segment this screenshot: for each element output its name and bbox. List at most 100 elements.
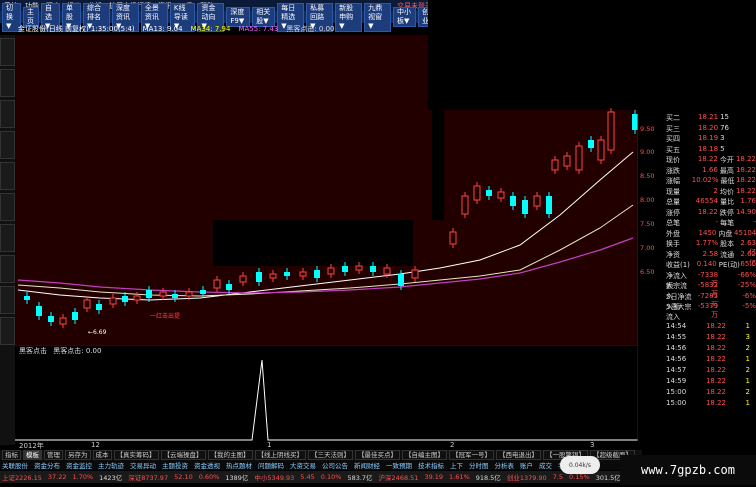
quote-label2 <box>720 302 736 312</box>
indicator-tab[interactable]: 指标 <box>2 450 21 460</box>
tick-volume: 2 <box>745 388 750 396</box>
quote-value2: -5% <box>742 302 756 310</box>
quote-value2: 2.62亿 <box>740 249 756 267</box>
indicator-tab[interactable]: 【线上阴线买】 <box>254 450 306 460</box>
tick-row: 14:59 18.22 1 <box>666 377 756 387</box>
function-link[interactable]: 资金监控 <box>66 460 92 470</box>
hs-amount: 918.5亿 <box>475 474 501 482</box>
y-tick: 9.50 <box>640 125 655 133</box>
quote-value: -7338万 <box>697 270 719 288</box>
tick-time: 15:00 <box>666 388 687 396</box>
function-link[interactable]: 交易异动 <box>130 460 156 470</box>
tick-price: 18.22 <box>705 388 726 396</box>
quote-value2 <box>736 134 756 144</box>
quote-row: 涨幅 10.02% 最低 18.22 <box>666 176 756 186</box>
indicator-tab[interactable]: 成本 <box>92 450 112 460</box>
y-tick: 9.00 <box>640 148 655 156</box>
tick-volume: 1 <box>745 322 750 330</box>
quote-label: 涨跌 <box>666 166 680 175</box>
candle-body <box>597 139 605 161</box>
y-tick: 8.00 <box>640 196 655 204</box>
low-price-label: ←6.69 <box>88 329 107 336</box>
tick-price: 18.22 <box>705 344 726 352</box>
indicator-tab[interactable]: 【三天法则】 <box>308 450 353 460</box>
quote-value2: -6% <box>742 291 756 300</box>
function-link[interactable]: 上下 <box>450 460 463 470</box>
indicator-tab[interactable]: 【云端操盘】 <box>160 450 206 460</box>
candle-body <box>299 271 307 277</box>
candle-body <box>497 191 505 199</box>
chinext-change: 7.5 <box>552 473 564 481</box>
function-link[interactable]: 资金分布 <box>34 460 60 470</box>
quote-value: 18.19 <box>698 134 719 142</box>
indicator-tab[interactable]: 管理 <box>44 450 63 460</box>
function-link[interactable]: 一致预期 <box>386 460 412 470</box>
function-link[interactable]: 账户 <box>520 460 533 470</box>
function-link[interactable]: 技术指标 <box>418 460 444 470</box>
tick-volume: 3 <box>745 333 750 341</box>
quote-label2 <box>720 281 736 291</box>
y-tick: 7.50 <box>640 220 655 228</box>
sme-amount: 583.7亿 <box>347 474 373 482</box>
candle-body <box>383 267 391 275</box>
quote-label2: 最低 <box>720 177 735 185</box>
shanghai-percent: 1.70% <box>72 473 94 481</box>
shanghai-change: 37.22 <box>47 473 67 481</box>
chinext-percent: 0.15% <box>569 473 590 481</box>
function-link[interactable]: 主题投资 <box>162 460 188 470</box>
candle-body <box>48 316 54 322</box>
candle-body <box>370 266 376 272</box>
tick-volume: 1 <box>745 377 750 385</box>
function-link[interactable]: 公司公告 <box>322 460 348 470</box>
candle-body <box>146 290 152 298</box>
candle-body <box>522 200 528 214</box>
function-link[interactable]: 资金透视 <box>194 460 220 470</box>
quote-value2: 65.0 <box>740 260 756 268</box>
tick-price: 18.22 <box>705 355 726 363</box>
candle-body <box>200 290 206 294</box>
indicator-tab[interactable]: 【自编主图】 <box>402 450 447 460</box>
quote-value: 18.21 <box>698 113 719 121</box>
quote-row: 涨停 18.22 跌停 14.90 <box>666 208 756 218</box>
function-link[interactable]: 分时图 <box>469 460 489 470</box>
function-link[interactable]: 关联股份 <box>2 460 28 470</box>
quote-row: 外盘 1450 内盘 45104 <box>666 229 756 239</box>
quote-row: 买五 18.18 5 <box>666 145 756 155</box>
function-link[interactable]: 大资交易 <box>290 460 316 470</box>
indicator-tab[interactable]: 【真实筹码】 <box>113 450 159 460</box>
quote-row: 买四 18.19 3 <box>666 134 756 144</box>
quote-value2 <box>736 124 756 134</box>
indicator-tab[interactable]: 【最佳买点】 <box>355 450 400 460</box>
tick-time: 14:54 <box>666 322 687 330</box>
website-watermark: www.7gpzb.com <box>620 455 756 485</box>
indicator-tab[interactable]: 【西电退出】 <box>496 450 541 460</box>
quote-value2: 14.90 <box>735 207 756 216</box>
function-link[interactable]: 新闻财经 <box>354 460 380 470</box>
quote-row: 买二 18.21 15 <box>666 113 756 123</box>
quote-label2: 最高 <box>719 166 734 175</box>
y-tick: 7.00 <box>640 244 655 252</box>
ma13-line <box>17 151 634 301</box>
tick-price: 18.22 <box>705 366 726 374</box>
quote-label2: 内盘 <box>718 229 733 238</box>
quote-row: 大宗流入 -5832万 -25% <box>666 281 756 300</box>
quote-value: 1.66 <box>702 165 718 174</box>
quote-label2 <box>720 271 736 281</box>
indicator-tab[interactable]: 模板 <box>23 450 42 460</box>
candlesticks <box>24 108 638 328</box>
tick-volume: 1 <box>745 355 750 363</box>
indicator-tab[interactable]: 另存为 <box>65 450 91 460</box>
candle-body <box>256 272 262 282</box>
tick-volume: 2 <box>745 344 750 352</box>
indicator-tab[interactable]: 【冠军一号】 <box>449 450 494 460</box>
quote-label2: PE(动) <box>718 261 740 269</box>
indicator-tab[interactable]: 【我的主图】 <box>207 450 253 460</box>
quote-label: 5日净流入额 <box>666 292 692 311</box>
y-tick: 6.50 <box>640 268 655 276</box>
function-link[interactable]: 分析表 <box>495 460 515 470</box>
function-link[interactable]: 成交 <box>539 460 552 470</box>
function-link[interactable]: 主力轨迹 <box>98 460 124 470</box>
network-speed-widget[interactable]: 0.04k/s <box>560 456 600 474</box>
function-link[interactable]: 问题解码 <box>258 460 284 470</box>
function-link[interactable]: 热点题材 <box>226 460 252 470</box>
